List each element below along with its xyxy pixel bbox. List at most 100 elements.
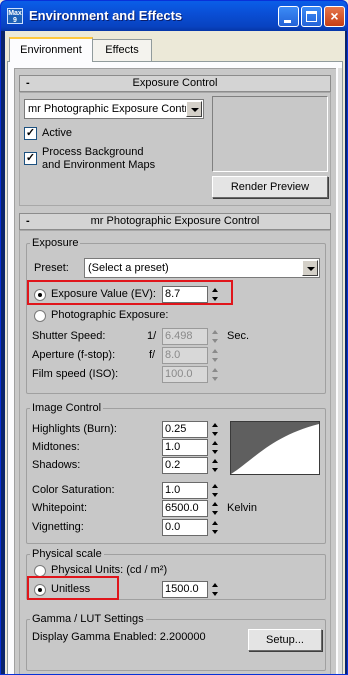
whitepoint-label: Whitepoint: bbox=[32, 502, 88, 514]
minimize-icon bbox=[284, 20, 291, 23]
panel-scrollbar[interactable] bbox=[338, 68, 342, 674]
chevron-down-icon[interactable] bbox=[302, 260, 318, 276]
midtones-spinner[interactable] bbox=[210, 439, 220, 456]
spinner-down-icon[interactable] bbox=[210, 337, 220, 345]
highlight-box-unitless bbox=[27, 576, 119, 600]
tone-curve-graph bbox=[231, 424, 319, 474]
midtones-label: Midtones: bbox=[32, 441, 80, 453]
spinner-down-icon[interactable] bbox=[210, 430, 220, 438]
shadows-spinner[interactable] bbox=[210, 457, 220, 474]
aperture-input[interactable]: 8.0 bbox=[162, 347, 208, 364]
color-saturation-label: Color Saturation: bbox=[32, 484, 115, 496]
preset-label: Preset: bbox=[34, 262, 69, 274]
photographic-exposure-label: Photographic Exposure: bbox=[51, 309, 169, 321]
shutter-unit: Sec. bbox=[227, 330, 250, 342]
shutter-prefix: 1/ bbox=[147, 330, 157, 342]
window-title: Environment and Effects bbox=[29, 8, 183, 23]
mr-exposure-rollout-body: Exposure Preset: (Select a preset) Expos… bbox=[19, 230, 331, 674]
shutter-speed-spinner[interactable] bbox=[210, 328, 220, 345]
spinner-up-icon[interactable] bbox=[210, 519, 220, 527]
exposure-group-title: Exposure bbox=[30, 237, 81, 249]
vignetting-input[interactable]: 0.0 bbox=[162, 519, 208, 536]
spinner-down-icon[interactable] bbox=[210, 491, 220, 499]
highlight-box-ev bbox=[27, 280, 233, 305]
display-gamma-status: Display Gamma Enabled: 2.200000 bbox=[32, 631, 206, 643]
mr-exposure-rollout-header[interactable]: - mr Photographic Exposure Control bbox=[19, 213, 331, 230]
spinner-up-icon[interactable] bbox=[210, 500, 220, 508]
unitless-spinner[interactable] bbox=[210, 581, 220, 598]
close-button[interactable]: × bbox=[324, 6, 345, 27]
minimize-button[interactable] bbox=[278, 6, 299, 27]
shutter-speed-label: Shutter Speed: bbox=[32, 330, 106, 342]
spinner-down-icon[interactable] bbox=[210, 356, 220, 364]
spinner-up-icon[interactable] bbox=[210, 421, 220, 429]
aperture-spinner[interactable] bbox=[210, 347, 220, 364]
film-speed-spinner[interactable] bbox=[210, 366, 220, 383]
image-control-group-title: Image Control bbox=[30, 402, 104, 414]
film-speed-label: Film speed (ISO): bbox=[32, 368, 119, 380]
exposure-control-dropdown[interactable]: mr Photographic Exposure Contro bbox=[24, 99, 204, 119]
preset-value: (Select a preset) bbox=[88, 262, 169, 274]
color-saturation-spinner[interactable] bbox=[210, 482, 220, 499]
preset-dropdown[interactable]: (Select a preset) bbox=[84, 258, 320, 278]
unitless-input[interactable]: 1500.0 bbox=[162, 581, 208, 598]
photographic-exposure-radio[interactable] bbox=[34, 310, 46, 322]
tone-curve-preview bbox=[230, 421, 320, 475]
spinner-up-icon[interactable] bbox=[210, 482, 220, 490]
app-icon: Max 9 bbox=[7, 8, 23, 24]
process-background-label: Process Background bbox=[42, 146, 144, 158]
tab-effects[interactable]: Effects bbox=[92, 39, 152, 61]
spinner-up-icon[interactable] bbox=[210, 328, 220, 336]
spinner-up-icon[interactable] bbox=[210, 366, 220, 374]
title-bar[interactable]: Max 9 Environment and Effects × bbox=[1, 1, 347, 31]
maximize-button[interactable] bbox=[301, 6, 322, 27]
whitepoint-unit: Kelvin bbox=[227, 502, 257, 514]
rollout-title: mr Photographic Exposure Control bbox=[90, 215, 260, 227]
vignetting-spinner[interactable] bbox=[210, 519, 220, 536]
client-area: Environment Effects - Exposure Control m… bbox=[5, 31, 345, 674]
spinner-down-icon[interactable] bbox=[210, 509, 220, 517]
environment-maps-label: and Environment Maps bbox=[42, 159, 156, 171]
highlights-spinner[interactable] bbox=[210, 421, 220, 438]
rollout-title: Exposure Control bbox=[132, 77, 218, 89]
selected-exposure-control: mr Photographic Exposure Contro bbox=[28, 103, 195, 115]
spinner-down-icon[interactable] bbox=[210, 448, 220, 456]
tab-panel: - Exposure Control mr Photographic Expos… bbox=[7, 61, 343, 674]
tone-curve-fill bbox=[231, 424, 319, 474]
highlights-input[interactable]: 0.25 bbox=[162, 421, 208, 438]
spinner-down-icon[interactable] bbox=[210, 528, 220, 536]
tab-environment[interactable]: Environment bbox=[9, 37, 93, 62]
rollout-scroll-area[interactable]: - Exposure Control mr Photographic Expos… bbox=[14, 68, 336, 674]
process-background-checkbox[interactable]: ✓ bbox=[24, 152, 37, 165]
collapse-icon: - bbox=[26, 77, 30, 89]
gamma-lut-group-title: Gamma / LUT Settings bbox=[30, 613, 146, 625]
midtones-input[interactable]: 1.0 bbox=[162, 439, 208, 456]
shadows-input[interactable]: 0.2 bbox=[162, 457, 208, 474]
film-speed-input[interactable]: 100.0 bbox=[162, 366, 208, 383]
active-checkbox[interactable]: ✓ bbox=[24, 127, 37, 140]
setup-button[interactable]: Setup... bbox=[248, 629, 322, 651]
exposure-control-rollout-body: mr Photographic Exposure Contro ✓ Active… bbox=[19, 92, 331, 206]
whitepoint-spinner[interactable] bbox=[210, 500, 220, 517]
spinner-down-icon[interactable] bbox=[210, 466, 220, 474]
environment-effects-window: Max 9 Environment and Effects × Environm… bbox=[0, 0, 348, 675]
spinner-up-icon[interactable] bbox=[210, 347, 220, 355]
spinner-up-icon[interactable] bbox=[210, 581, 220, 589]
spinner-up-icon[interactable] bbox=[210, 457, 220, 465]
collapse-icon: - bbox=[26, 215, 30, 227]
shadows-label: Shadows: bbox=[32, 459, 81, 471]
active-label: Active bbox=[42, 127, 72, 139]
physical-scale-group-title: Physical scale bbox=[30, 548, 104, 560]
spinner-down-icon[interactable] bbox=[210, 375, 220, 383]
highlights-label: Highlights (Burn): bbox=[32, 423, 117, 435]
spinner-down-icon[interactable] bbox=[210, 590, 220, 598]
chevron-down-icon[interactable] bbox=[186, 101, 202, 117]
render-preview-button[interactable]: Render Preview bbox=[212, 176, 328, 198]
shutter-speed-input[interactable]: 6.498 bbox=[162, 328, 208, 345]
render-preview-area bbox=[212, 96, 328, 172]
color-saturation-input[interactable]: 1.0 bbox=[162, 482, 208, 499]
spinner-up-icon[interactable] bbox=[210, 439, 220, 447]
exposure-control-rollout-header[interactable]: - Exposure Control bbox=[19, 75, 331, 92]
whitepoint-input[interactable]: 6500.0 bbox=[162, 500, 208, 517]
aperture-prefix: f/ bbox=[149, 349, 156, 361]
